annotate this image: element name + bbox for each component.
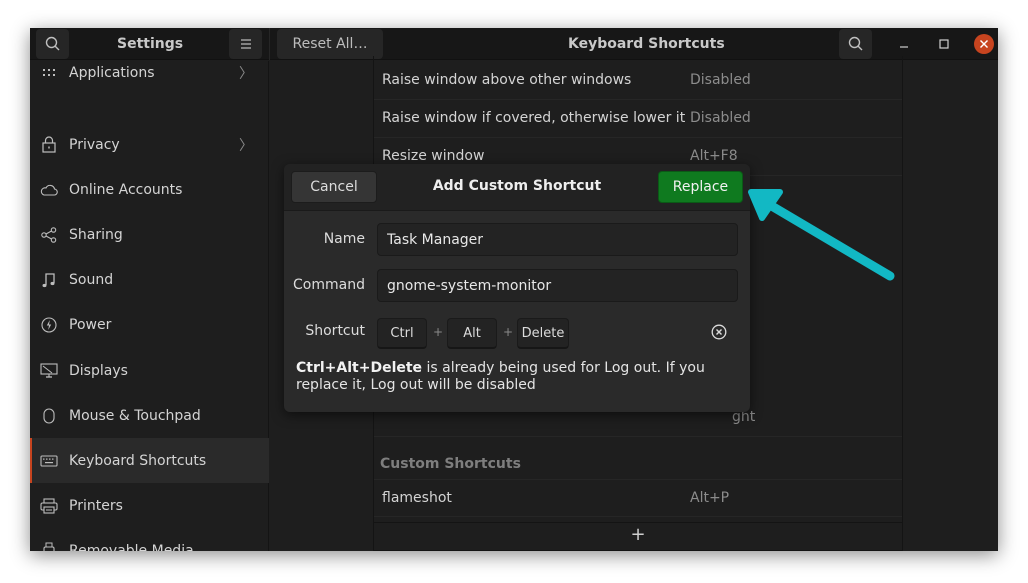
- key-alt[interactable]: Alt: [447, 318, 497, 349]
- apps-grid-icon: [40, 64, 58, 82]
- sidebar-item-displays[interactable]: Displays: [30, 348, 269, 393]
- sidebar-item-online-accounts[interactable]: Online Accounts: [30, 167, 269, 212]
- clear-circle-icon: [711, 324, 727, 340]
- conflict-warning: Ctrl+Alt+Delete is already being used fo…: [296, 360, 736, 394]
- sidebar-item-removable-media[interactable]: Removable Media: [30, 528, 269, 551]
- sidebar-item-label: Printers: [69, 497, 123, 514]
- custom-shortcuts-heading: Custom Shortcuts: [380, 456, 521, 472]
- hamburger-icon: [240, 39, 251, 49]
- shortcut-value: Alt+P: [690, 490, 730, 506]
- sidebar-item-label: Online Accounts: [69, 181, 183, 198]
- sidebar: Applications 〉 Privacy 〉 Online Accounts…: [30, 61, 269, 551]
- share-icon: [40, 226, 58, 244]
- sidebar-item-label: Privacy: [69, 136, 120, 153]
- cancel-button[interactable]: Cancel: [291, 171, 377, 203]
- clear-shortcut-button[interactable]: [710, 323, 728, 341]
- maximize-icon: [939, 39, 949, 49]
- printer-icon: [40, 497, 58, 515]
- shortcut-value: Disabled: [690, 72, 751, 88]
- sidebar-item-label: Power: [69, 316, 112, 333]
- mouse-icon: [40, 407, 58, 425]
- close-circle: [974, 34, 994, 54]
- sidebar-item-privacy[interactable]: Privacy 〉: [30, 122, 269, 167]
- shortcut-name: flameshot: [382, 490, 452, 506]
- command-field[interactable]: [377, 269, 738, 302]
- sidebar-item-label: Displays: [69, 362, 128, 379]
- plus-icon: +: [630, 523, 646, 545]
- panel-search-button[interactable]: [839, 29, 872, 59]
- shortcut-row[interactable]: Raise window above other windows Disable…: [374, 62, 902, 100]
- sidebar-item-applications[interactable]: Applications 〉: [30, 50, 269, 95]
- lock-icon: [40, 136, 58, 154]
- chevron-right-icon: 〉: [239, 65, 253, 82]
- custom-shortcut-row[interactable]: flameshot Alt+P: [374, 479, 902, 517]
- sidebar-item-sound[interactable]: Sound: [30, 257, 269, 302]
- sidebar-item-label: Mouse & Touchpad: [69, 407, 201, 424]
- key-delete[interactable]: Delete: [517, 318, 569, 349]
- annotation-arrow-icon: [748, 189, 895, 281]
- maximize-button[interactable]: [929, 28, 959, 60]
- power-icon: [40, 316, 58, 334]
- replace-button[interactable]: Replace: [658, 171, 743, 203]
- sidebar-item-power[interactable]: Power: [30, 302, 269, 347]
- shortcut-row[interactable]: Raise window if covered, otherwise lower…: [374, 100, 902, 138]
- name-label: Name: [323, 231, 365, 247]
- sidebar-item-label: Sound: [69, 271, 114, 288]
- sidebar-item-keyboard-shortcuts[interactable]: Keyboard Shortcuts: [30, 438, 269, 483]
- sidebar-item-sharing[interactable]: Sharing: [30, 212, 269, 257]
- close-icon: [980, 40, 988, 48]
- sidebar-item-label: Sharing: [69, 226, 123, 243]
- chevron-right-icon: 〉: [239, 137, 253, 154]
- shortcut-value: Alt+F8: [690, 148, 738, 164]
- shortcut-label: Shortcut: [305, 323, 365, 339]
- shortcut-value: Disabled: [690, 110, 751, 126]
- shortcut-name: Resize window: [382, 148, 485, 164]
- shortcut-name: Raise window above other windows: [382, 72, 632, 88]
- sidebar-item-printers[interactable]: Printers: [30, 483, 269, 528]
- header-separator: [269, 28, 270, 60]
- search-icon: [848, 36, 862, 51]
- usb-drive-icon: [40, 542, 58, 551]
- shortcut-name: Raise window if covered, otherwise lower…: [382, 110, 686, 126]
- keyboard-icon: [40, 452, 58, 470]
- key-separator: +: [503, 325, 514, 339]
- add-custom-shortcut-dialog: Add Custom Shortcut Cancel Replace Name …: [284, 164, 750, 412]
- display-icon: [40, 362, 58, 380]
- conflict-shortcut: Ctrl+Alt+Delete: [296, 360, 423, 376]
- reset-all-button[interactable]: Reset All…: [277, 29, 383, 59]
- key-separator: +: [433, 325, 444, 339]
- sidebar-item-mouse-touchpad[interactable]: Mouse & Touchpad: [30, 393, 269, 438]
- command-label: Command: [293, 277, 365, 293]
- cloud-icon: [40, 181, 58, 199]
- key-ctrl[interactable]: Ctrl: [377, 318, 427, 349]
- minimize-icon: [900, 46, 908, 48]
- sidebar-item-label: Removable Media: [69, 542, 194, 552]
- list-frame-bottom: [373, 522, 903, 523]
- name-field[interactable]: [377, 223, 738, 256]
- sidebar-item-label: Applications: [69, 64, 155, 81]
- music-note-icon: [40, 271, 58, 289]
- close-button[interactable]: [969, 28, 998, 60]
- add-shortcut-button[interactable]: +: [374, 519, 902, 549]
- sidebar-item-label: Keyboard Shortcuts: [69, 452, 207, 469]
